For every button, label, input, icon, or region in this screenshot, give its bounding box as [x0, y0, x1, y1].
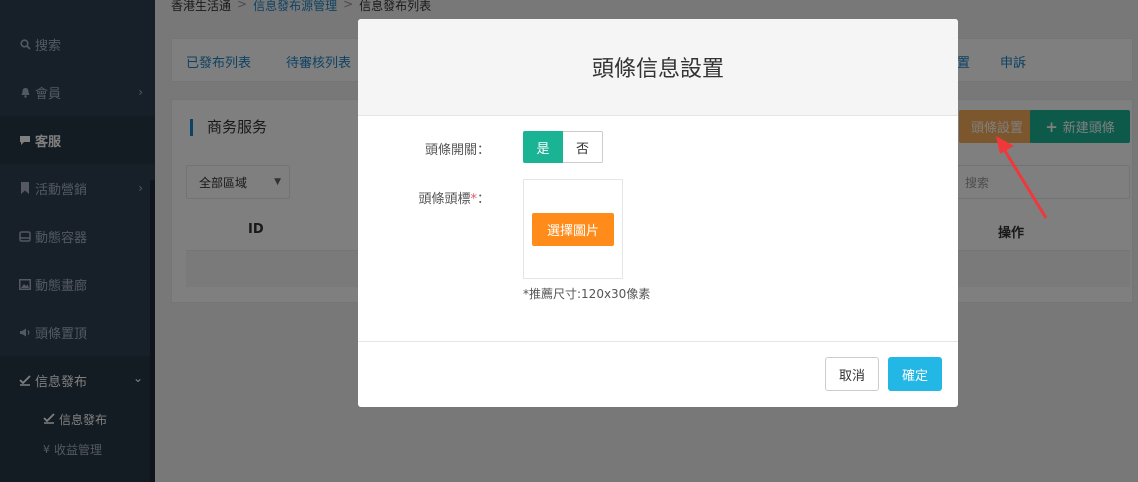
switch-label: 頭條開關： — [424, 143, 490, 158]
size-hint: *推薦尺寸:120x30像素 — [523, 287, 651, 301]
modal-footer-divider — [358, 341, 958, 342]
headline-switch: 是 否 — [523, 131, 603, 163]
switch-yes-button[interactable]: 是 — [523, 131, 563, 163]
cancel-button[interactable]: 取消 — [825, 357, 879, 391]
annotation-arrow — [996, 136, 1048, 219]
icon-label: 頭條頭標*： — [418, 188, 490, 207]
icon-label-text: 頭條頭標 — [418, 192, 471, 207]
modal-title: 頭條信息設置 — [358, 19, 958, 116]
switch-no-button[interactable]: 否 — [563, 131, 603, 163]
choose-image-button[interactable]: 選擇圖片 — [532, 213, 614, 246]
icon-label-colon: ： — [476, 192, 490, 207]
confirm-button[interactable]: 確定 — [888, 357, 942, 391]
image-upload-area: 選擇圖片 — [523, 179, 623, 279]
headline-settings-modal: 頭條信息設置 頭條開關： 是 否 頭條頭標*： 選擇圖片 *推薦尺寸:120x3… — [358, 19, 958, 407]
